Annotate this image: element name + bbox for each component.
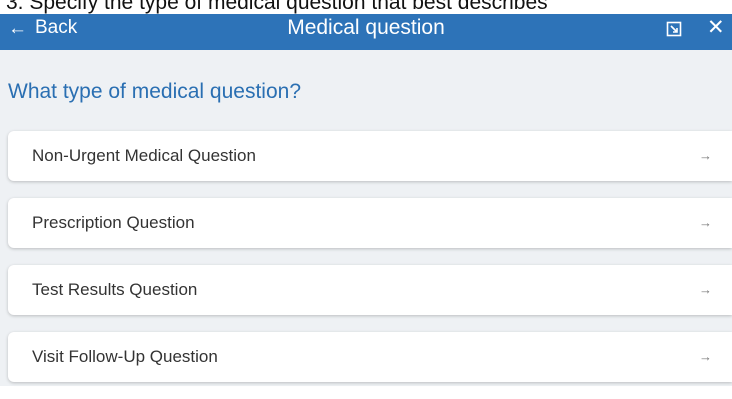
option-visit-follow-up-question[interactable]: Visit Follow-Up Question → (8, 332, 732, 382)
right-arrow-icon: → (699, 349, 712, 364)
instruction-strip: 3. Specify the type of medical question … (0, 0, 732, 14)
option-prescription-question[interactable]: Prescription Question → (8, 198, 732, 248)
right-arrow-icon: → (699, 148, 712, 163)
popout-icon (666, 21, 682, 37)
question-type-list: Non-Urgent Medical Question → Prescripti… (8, 131, 732, 399)
option-label: Prescription Question (32, 213, 195, 232)
option-non-urgent-medical-question[interactable]: Non-Urgent Medical Question → (8, 131, 732, 181)
close-button[interactable]: ✕ (707, 15, 725, 41)
main-content: What type of medical question? Non-Urgen… (0, 50, 732, 386)
instruction-text: 3. Specify the type of medical question … (6, 0, 548, 14)
window-title: Medical question (287, 16, 445, 39)
right-arrow-icon: → (699, 282, 712, 297)
right-arrow-icon: → (699, 215, 712, 230)
question-heading: What type of medical question? (8, 80, 301, 103)
option-label: Test Results Question (32, 280, 198, 299)
option-label: Non-Urgent Medical Question (32, 146, 256, 165)
option-label: Visit Follow-Up Question (32, 347, 218, 366)
popout-button[interactable] (666, 21, 682, 37)
close-icon: ✕ (707, 16, 725, 39)
window-titlebar: ← Back Medical question ✕ (0, 14, 732, 50)
option-test-results-question[interactable]: Test Results Question → (8, 265, 732, 315)
